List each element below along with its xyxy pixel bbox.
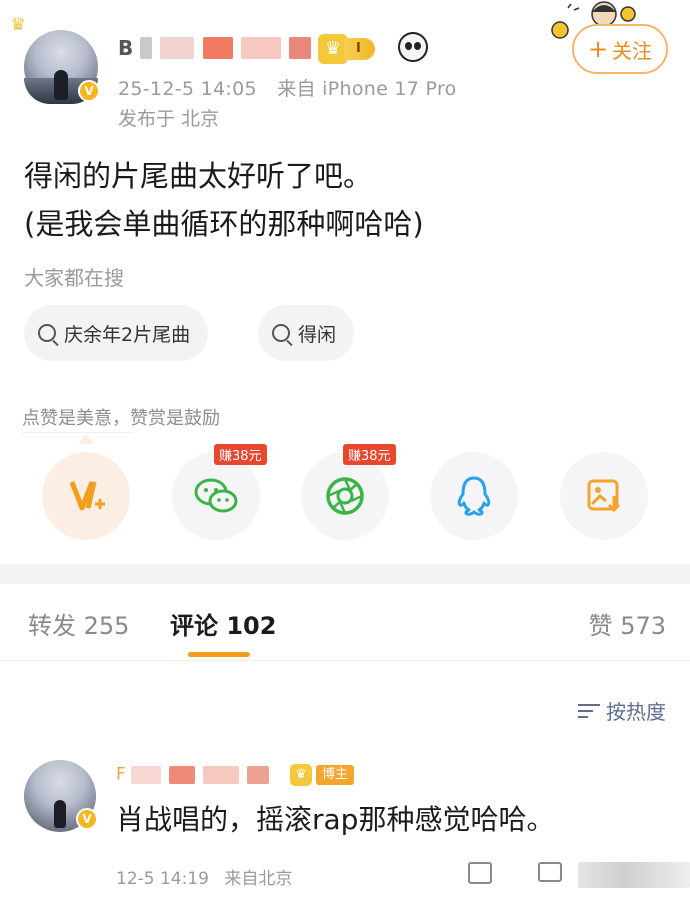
name-redaction [247, 765, 270, 784]
commenter-avatar[interactable]: V [24, 760, 98, 832]
level-text: I [344, 38, 375, 60]
tab-label: 评论 [170, 612, 218, 640]
commenter-name[interactable]: F [116, 764, 292, 786]
search-chip[interactable]: 得闲 [258, 305, 355, 361]
comment-timestamp: 12-5 14:19 [116, 869, 209, 889]
comment-source: 来自北京 [224, 869, 293, 889]
name-redaction [140, 37, 153, 59]
sort-icon [578, 700, 600, 722]
post-location: 发布于 北京 [118, 108, 220, 130]
wechat-icon [194, 478, 238, 513]
verified-icon: V [78, 80, 100, 102]
qq-icon [457, 476, 491, 516]
tab-count: 255 [83, 612, 130, 640]
panda-icon[interactable] [398, 32, 428, 62]
save-image-button[interactable] [560, 452, 648, 540]
share-qq-button[interactable] [430, 452, 518, 540]
pointer-triangle [78, 434, 94, 444]
sort-by-hot-button[interactable]: 按热度 [578, 696, 666, 725]
divider [22, 432, 134, 433]
moments-icon [326, 477, 364, 515]
author-name-initial: B [118, 36, 134, 60]
member-level-badge[interactable]: ♛ I [318, 34, 375, 64]
reward-v-plus-button[interactable] [42, 452, 130, 540]
post-text-line: (是我会单曲循环的那种啊哈哈) [24, 207, 424, 241]
name-redaction [168, 765, 195, 784]
active-tab-indicator [188, 652, 250, 657]
search-icon [272, 324, 290, 342]
name-redaction [288, 37, 311, 59]
post-timestamp: 25-12-5 14:05 [118, 78, 257, 100]
tab-likes[interactable]: 赞 573 [589, 606, 666, 641]
tab-label: 转发 [28, 612, 76, 640]
author-name[interactable]: B [118, 36, 328, 64]
author-avatar[interactable]: V [24, 30, 100, 104]
tab-reposts[interactable]: 转发 255 [28, 606, 129, 641]
search-chip-label: 得闲 [298, 323, 337, 346]
image-download-icon [587, 479, 621, 513]
post-text-line: 得闲的片尾曲太好听了吧。 [24, 159, 373, 193]
avatar-figure [54, 70, 68, 100]
tab-comments[interactable]: 评论 102 [170, 606, 276, 641]
divider [0, 660, 690, 661]
section-separator [0, 564, 690, 584]
name-redaction [130, 765, 161, 784]
comment-icon[interactable] [538, 862, 562, 882]
share-moments-button[interactable]: 赚38元 [301, 444, 396, 540]
follow-button[interactable]: + 关注 [572, 24, 668, 74]
v-plus-icon [69, 481, 105, 511]
crown-decoration-icon: ♛ [10, 14, 27, 35]
search-icon [38, 324, 56, 342]
earn-tag: 赚38元 [343, 444, 396, 465]
plus-icon: + [587, 35, 609, 63]
follow-label: 关注 [612, 38, 653, 63]
share-icon[interactable] [468, 862, 492, 884]
reward-hint: 点赞是美意，赞赏是鼓励 [22, 408, 220, 429]
name-redaction [202, 37, 233, 59]
post-meta: 25-12-5 14:05 来自 iPhone 17 Pro [118, 74, 457, 101]
comment-text: 肖战唱的，摇滚rap那种感觉哈哈。 [116, 803, 555, 836]
tab-count: 573 [620, 612, 666, 640]
post-source: 来自 iPhone 17 Pro [277, 78, 457, 100]
post-content: 得闲的片尾曲太好听了吧。 (是我会单曲循环的那种啊哈哈) [24, 152, 664, 248]
avatar-figure [54, 800, 66, 828]
trending-search-label: 大家都在搜 [24, 266, 124, 290]
commenter-name-initial: F [116, 764, 126, 785]
crown-icon: ♛ [290, 764, 312, 786]
author-badge: 博主 [316, 765, 355, 785]
sort-label: 按热度 [606, 700, 666, 724]
tab-count: 102 [226, 612, 277, 640]
name-redaction [160, 37, 195, 59]
search-chip-label: 庆余年2片尾曲 [64, 323, 191, 346]
search-chip[interactable]: 庆余年2片尾曲 [24, 305, 209, 361]
earn-tag: 赚38元 [214, 444, 267, 465]
name-redaction [203, 765, 240, 784]
name-redaction [240, 37, 281, 59]
verified-icon: V [76, 808, 98, 830]
tab-label: 赞 [588, 612, 613, 640]
comment-meta: 12-5 14:19 来自北京 [116, 864, 292, 889]
like-area-redaction [578, 862, 690, 888]
share-wechat-button[interactable]: 赚38元 [172, 444, 267, 540]
